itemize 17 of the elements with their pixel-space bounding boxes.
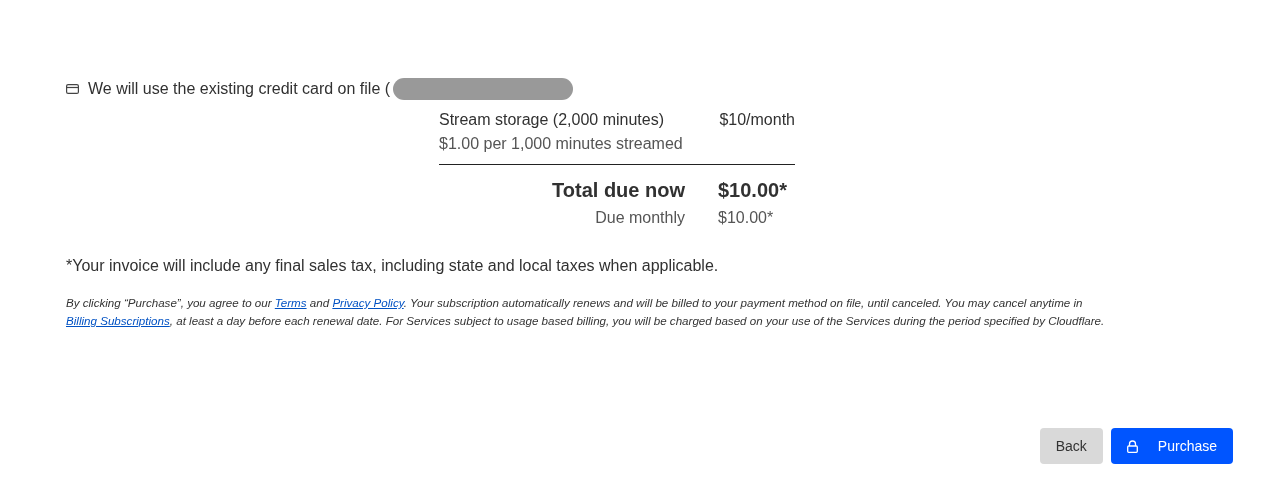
payment-notice: We will use the existing credit card on file ( — [88, 80, 391, 98]
legal-link[interactable]: Billing Subscriptions — [66, 314, 170, 327]
lock-icon — [1126, 439, 1138, 453]
total-amount: $10.00* — [717, 178, 788, 203]
legal-link[interactable]: Privacy Policy — [332, 296, 404, 309]
tax-note: *Your invoice will include any final sales tax, including state and local taxes when applicable. — [66, 257, 720, 275]
purchase-button[interactable]: Purchase — [1110, 428, 1233, 464]
back-button[interactable]: Back — [1039, 428, 1103, 464]
item-price: $10/month — [719, 110, 795, 130]
total-label: Total due now — [551, 178, 685, 203]
total-label: Due monthly — [594, 208, 685, 228]
legal-link[interactable]: Terms — [274, 296, 307, 309]
item-detail: $1.00 per 1,000 minutes streamed — [439, 135, 683, 152]
item-name: Stream storage (2,000 minutes) — [439, 110, 664, 130]
credit-card-icon — [66, 84, 79, 94]
total-amount: $10.00* — [717, 208, 775, 228]
legal-text: By clicking “Purchase”, you agree to our Terms and Privacy Policy. Your subscription automatically renews and will be billed to your payment method on file, until canceled. You may cancel anytime in Billing Subscriptions, at least a day before each renewal date. For Services subject to usage based billing, you will be charged based on your use of the Services during the period specified by Cloudflare. — [66, 295, 1106, 329]
